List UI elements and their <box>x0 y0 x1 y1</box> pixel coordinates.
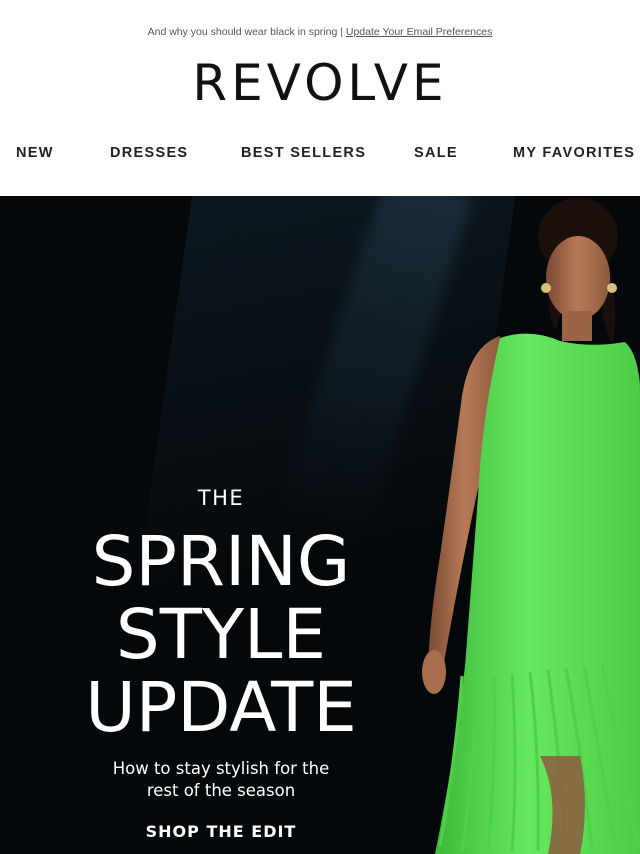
main-nav: NEW DRESSES BEST SELLERS SALE MY FAVORIT… <box>0 145 640 165</box>
headline-line: STYLE <box>115 595 327 675</box>
nav-item-dresses[interactable]: DRESSES <box>110 145 188 161</box>
revolve-logo[interactable]: REVOLVE <box>0 56 640 110</box>
nav-item-new[interactable]: NEW <box>16 145 54 161</box>
hero-subtitle: How to stay stylish for the rest of the … <box>40 758 402 802</box>
subtitle-line: How to stay stylish for the <box>112 759 330 778</box>
headline-line: SPRING <box>91 522 351 602</box>
earring <box>541 283 551 293</box>
nav-item-best-sellers[interactable]: BEST SELLERS <box>241 145 366 161</box>
update-email-preferences-link[interactable]: Update Your Email Preferences <box>346 26 493 38</box>
face-shape <box>546 236 610 320</box>
subtitle-line: rest of the season <box>146 781 296 800</box>
preheader: And why you should wear black in spring … <box>0 26 640 38</box>
earring <box>607 283 617 293</box>
hero-banner[interactable]: THE SPRING STYLE UPDATE How to stay styl… <box>0 196 640 854</box>
nav-item-sale[interactable]: SALE <box>414 145 458 161</box>
hero-headline: SPRING STYLE UPDATE <box>40 526 402 745</box>
nav-item-my-favorites[interactable]: MY FAVORITES <box>513 145 635 161</box>
preheader-text: And why you should wear black in spring … <box>147 26 346 38</box>
headline-line: UPDATE <box>85 668 357 748</box>
shop-the-edit-button[interactable]: SHOP THE EDIT <box>40 822 402 841</box>
hero-eyebrow: THE <box>197 486 245 510</box>
